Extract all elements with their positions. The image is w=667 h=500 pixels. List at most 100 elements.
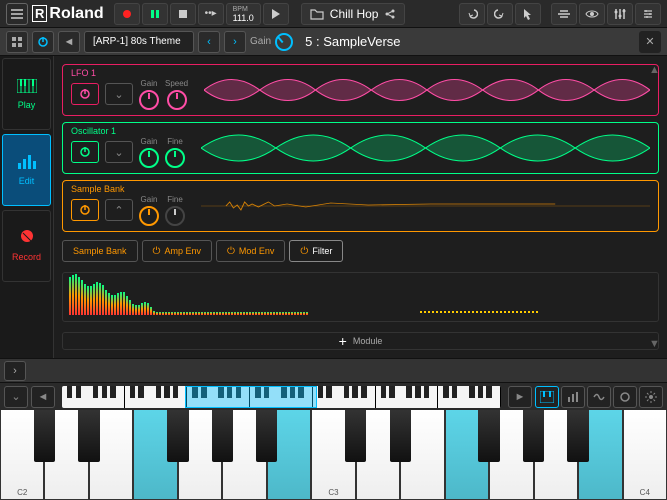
pointer-tool-button[interactable]: [515, 3, 541, 25]
kb-settings-button[interactable]: [639, 386, 663, 408]
close-button[interactable]: ✕: [639, 31, 661, 53]
kb-mode-keys-button[interactable]: [535, 386, 559, 408]
microphone-icon: [17, 230, 37, 246]
power-button[interactable]: [32, 31, 54, 53]
settings-button[interactable]: [635, 3, 661, 25]
preset-name-display[interactable]: [ARP-1] 80s Theme: [84, 31, 194, 53]
black-key[interactable]: [212, 410, 233, 462]
record-button[interactable]: [114, 3, 140, 25]
expand-panel-button[interactable]: ›: [4, 361, 26, 381]
plus-icon: +: [339, 333, 347, 349]
brand-logo: RRoland: [32, 5, 104, 23]
black-key[interactable]: [167, 410, 188, 462]
preset-fwd-button[interactable]: ›: [224, 31, 246, 53]
samp-power-button[interactable]: [71, 199, 99, 221]
lfo-power-button[interactable]: [71, 83, 99, 105]
osc-expand-button[interactable]: ⌄: [105, 141, 133, 163]
power-icon: ⏻: [227, 246, 235, 257]
samp-title: Sample Bank: [71, 184, 125, 194]
tab-mod-env[interactable]: ⏻Mod Env: [216, 240, 285, 262]
right-tools: [459, 3, 661, 25]
tab-filter[interactable]: ⏻Filter: [289, 240, 343, 262]
view-eye-button[interactable]: [579, 3, 605, 25]
lfo-waveform: [204, 69, 650, 111]
osc-waveform: [201, 127, 650, 169]
preset-bar: ◄ [ARP-1] 80s Theme ‹ › Gain 5 : SampleV…: [0, 28, 667, 56]
piano-keyboard[interactable]: const hl=[3,6,10,13]; let keys='';for(le…: [0, 410, 667, 500]
white-key[interactable]: C4: [623, 410, 667, 500]
lfo-expand-button[interactable]: ⌄: [105, 83, 133, 105]
gain-knob[interactable]: [275, 33, 293, 51]
samp-collapse-button[interactable]: ⌃: [105, 199, 133, 221]
sidebar-record-label: Record: [12, 252, 41, 262]
lfo-speed-knob[interactable]: [167, 90, 187, 110]
main-area: Play Edit Record ▲ ▼ LFO 1 ⌄ Gain Speed: [0, 56, 667, 358]
black-key[interactable]: [256, 410, 277, 462]
samp-waveform: [201, 185, 650, 227]
song-selector[interactable]: Chill Hop: [301, 3, 406, 25]
power-icon: ⏻: [153, 246, 161, 257]
sidebar-record-button[interactable]: Record: [2, 210, 51, 282]
module-sample-bank: Sample Bank ⌃ Gain Fine: [62, 180, 659, 232]
spectrum-display: document.write(Array.from({length:80},(_…: [62, 272, 659, 322]
bpm-value: 111.0: [233, 14, 254, 23]
lfo-title: LFO 1: [71, 68, 96, 78]
osc-gain-knob[interactable]: [139, 148, 159, 168]
kb-octave-up-button[interactable]: ►: [508, 386, 532, 408]
black-key[interactable]: [390, 410, 411, 462]
undo-button[interactable]: [459, 3, 485, 25]
preset-back-button[interactable]: ‹: [198, 31, 220, 53]
equalizer-icon: [17, 154, 37, 170]
tab-amp-env[interactable]: ⏻Amp Env: [142, 240, 212, 262]
kb-mode-velocity-button[interactable]: [561, 386, 585, 408]
preset-prev-button[interactable]: ◄: [58, 31, 80, 53]
black-key[interactable]: [567, 410, 588, 462]
module-lfo: LFO 1 ⌄ Gain Speed: [62, 64, 659, 116]
kb-mode-pitch-button[interactable]: [587, 386, 611, 408]
bpm-display[interactable]: BPM 111.0: [226, 3, 261, 25]
osc-power-button[interactable]: [71, 141, 99, 163]
add-module-button[interactable]: + Module: [62, 332, 659, 350]
pause-button[interactable]: [142, 3, 168, 25]
editor-panel: ▲ ▼ LFO 1 ⌄ Gain Speed Oscillator 1 ⌄ Ga…: [54, 56, 667, 358]
power-icon: ⏻: [300, 246, 308, 257]
loop-button[interactable]: ••▸: [198, 3, 224, 25]
menu-button[interactable]: [6, 3, 28, 25]
top-toolbar: RRoland ••▸ BPM 111.0 Chill Hop: [0, 0, 667, 28]
sidebar-edit-button[interactable]: Edit: [2, 134, 51, 206]
stop-button[interactable]: [170, 3, 196, 25]
song-name: Chill Hop: [330, 7, 379, 21]
kb-mode-mod-button[interactable]: [613, 386, 637, 408]
sample-tabs: Sample Bank ⏻Amp Env ⏻Mod Env ⏻Filter: [62, 240, 659, 262]
kb-collapse-button[interactable]: ⌄: [4, 386, 28, 408]
redo-button[interactable]: [487, 3, 513, 25]
kb-octave-down-button[interactable]: ◄: [31, 386, 55, 408]
black-key[interactable]: [34, 410, 55, 462]
keyboard-overview[interactable]: let mini='';for(let o=0;o<7;o++){mini+=`…: [62, 386, 501, 408]
lfo-gain-knob[interactable]: [139, 90, 159, 110]
transport-controls: ••▸ BPM 111.0: [114, 3, 289, 25]
mixer-button[interactable]: [607, 3, 633, 25]
sidebar-edit-label: Edit: [19, 176, 35, 186]
folder-icon: [310, 8, 324, 20]
piano-icon: [17, 78, 37, 94]
osc-fine-knob[interactable]: [165, 148, 185, 168]
black-key[interactable]: [345, 410, 366, 462]
share-icon: [384, 8, 396, 20]
sidebar-play-button[interactable]: Play: [2, 58, 51, 130]
tab-sample-bank[interactable]: Sample Bank: [62, 240, 138, 262]
black-key[interactable]: [478, 410, 499, 462]
next-button[interactable]: [263, 3, 289, 25]
bottom-strip: ›: [0, 358, 667, 382]
gain-label: Gain: [250, 36, 271, 47]
black-key[interactable]: [523, 410, 544, 462]
sidebar-play-label: Play: [18, 100, 36, 110]
scroll-down-button[interactable]: ▼: [649, 338, 665, 350]
grid-view-button[interactable]: [6, 31, 28, 53]
osc-title: Oscillator 1: [71, 126, 116, 136]
view1-button[interactable]: [551, 3, 577, 25]
keyboard-toolbar: ⌄ ◄ let mini='';for(let o=0;o<7;o++){min…: [0, 382, 667, 410]
samp-gain-knob[interactable]: [139, 206, 159, 226]
black-key[interactable]: [78, 410, 99, 462]
samp-fine-knob[interactable]: [165, 206, 185, 226]
